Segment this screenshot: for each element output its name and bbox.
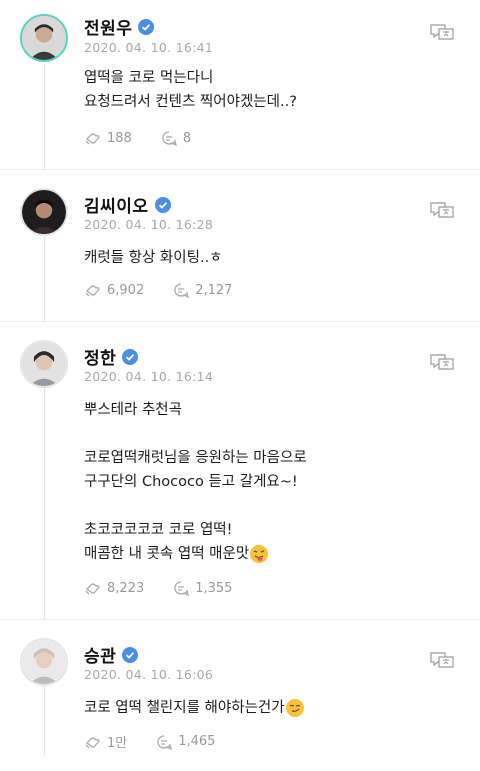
post-text-line: 캐럿들 항상 화이팅..ㅎ xyxy=(84,250,223,266)
comment-icon xyxy=(174,581,190,596)
post-text-line: 코로엽떡캐럿님을 응원하는 마음으로 xyxy=(84,450,307,466)
comment-icon xyxy=(162,131,177,146)
post-time: 2020. 04. 10. 16:06 xyxy=(84,667,214,682)
like-count: 6,902 xyxy=(107,282,145,298)
post-time: 2020. 04. 10. 16:28 xyxy=(84,217,214,232)
like-count: 8,223 xyxy=(107,580,145,596)
post-4: 승관 2020. 04. 10. 16:06 코로 엽떡 챌린지를 해야하는건가… xyxy=(0,620,480,755)
avatar[interactable] xyxy=(20,14,68,62)
translate-icon[interactable] xyxy=(428,200,456,220)
post-text-line: 뿌스테라 추천곡 xyxy=(84,402,182,418)
like-count: 188 xyxy=(107,130,132,146)
comment-icon xyxy=(157,734,173,750)
like-button[interactable]: 188 xyxy=(84,130,132,146)
post-text-line: 구구단의 Chococo 듣고 갈게요~! xyxy=(84,474,298,490)
avatar[interactable] xyxy=(20,638,68,686)
tongue-out-emoji xyxy=(250,545,269,563)
like-button[interactable]: 8,223 xyxy=(84,580,144,596)
post-text-line: 엽떡을 코로 먹는다니 xyxy=(84,70,214,86)
like-icon xyxy=(85,285,100,297)
author-name[interactable]: 정한 xyxy=(84,344,116,369)
avatar[interactable] xyxy=(20,188,68,236)
like-button[interactable]: 1만 xyxy=(84,732,127,751)
avatar[interactable] xyxy=(20,340,68,388)
comment-button[interactable]: 2,127 xyxy=(172,282,232,298)
post-time: 2020. 04. 10. 16:14 xyxy=(84,369,214,384)
comment-button[interactable]: 1,355 xyxy=(172,580,232,596)
like-icon xyxy=(85,583,100,595)
comment-count: 1,465 xyxy=(178,734,216,749)
comment-button[interactable]: 1,465 xyxy=(155,734,215,750)
translate-icon[interactable] xyxy=(428,352,456,372)
like-button[interactable]: 6,902 xyxy=(84,282,144,298)
post-text-line: 코로 엽떡 챌린지를 해야하는건가 xyxy=(84,700,285,716)
post-text-line: 요청드려서 컨텐츠 찍어야겠는데..? xyxy=(84,94,297,110)
author-name[interactable]: 승관 xyxy=(84,642,116,667)
verified-badge-icon xyxy=(122,646,139,663)
post-3: 정한 2020. 04. 10. 16:14 뿌스테라 추천곡 코로엽떡캐럿님을… xyxy=(0,322,480,620)
like-count: 1만 xyxy=(107,736,128,751)
author-name[interactable]: 전원우 xyxy=(84,14,132,39)
translate-icon[interactable] xyxy=(428,22,456,42)
comment-count: 8 xyxy=(182,130,192,146)
verified-badge-icon xyxy=(122,348,139,365)
translate-icon[interactable] xyxy=(428,650,456,670)
comment-count: 2,127 xyxy=(195,282,233,298)
post-2: 김씨이오 2020. 04. 10. 16:28 캐럿들 항상 화이팅..ㅎ 6… xyxy=(0,170,480,322)
post-time: 2020. 04. 10. 16:41 xyxy=(84,40,214,55)
post-1: 전원우 2020. 04. 10. 16:41 엽떡을 코로 먹는다니 요청드려… xyxy=(0,0,480,170)
post-text-line: 매콤한 내 콧속 엽떡 매운맛 xyxy=(84,546,250,562)
verified-badge-icon xyxy=(154,196,171,213)
comment-button[interactable]: 8 xyxy=(160,130,191,146)
comment-icon xyxy=(174,283,190,298)
verified-badge-icon xyxy=(138,18,155,35)
like-icon xyxy=(85,133,100,145)
comment-count: 1,355 xyxy=(195,580,233,596)
like-icon xyxy=(85,736,100,748)
post-text-line: 초코코코코코 코로 엽떡! xyxy=(84,522,233,538)
author-name[interactable]: 김씨이오 xyxy=(84,192,149,217)
smirk-emoji xyxy=(285,699,304,717)
